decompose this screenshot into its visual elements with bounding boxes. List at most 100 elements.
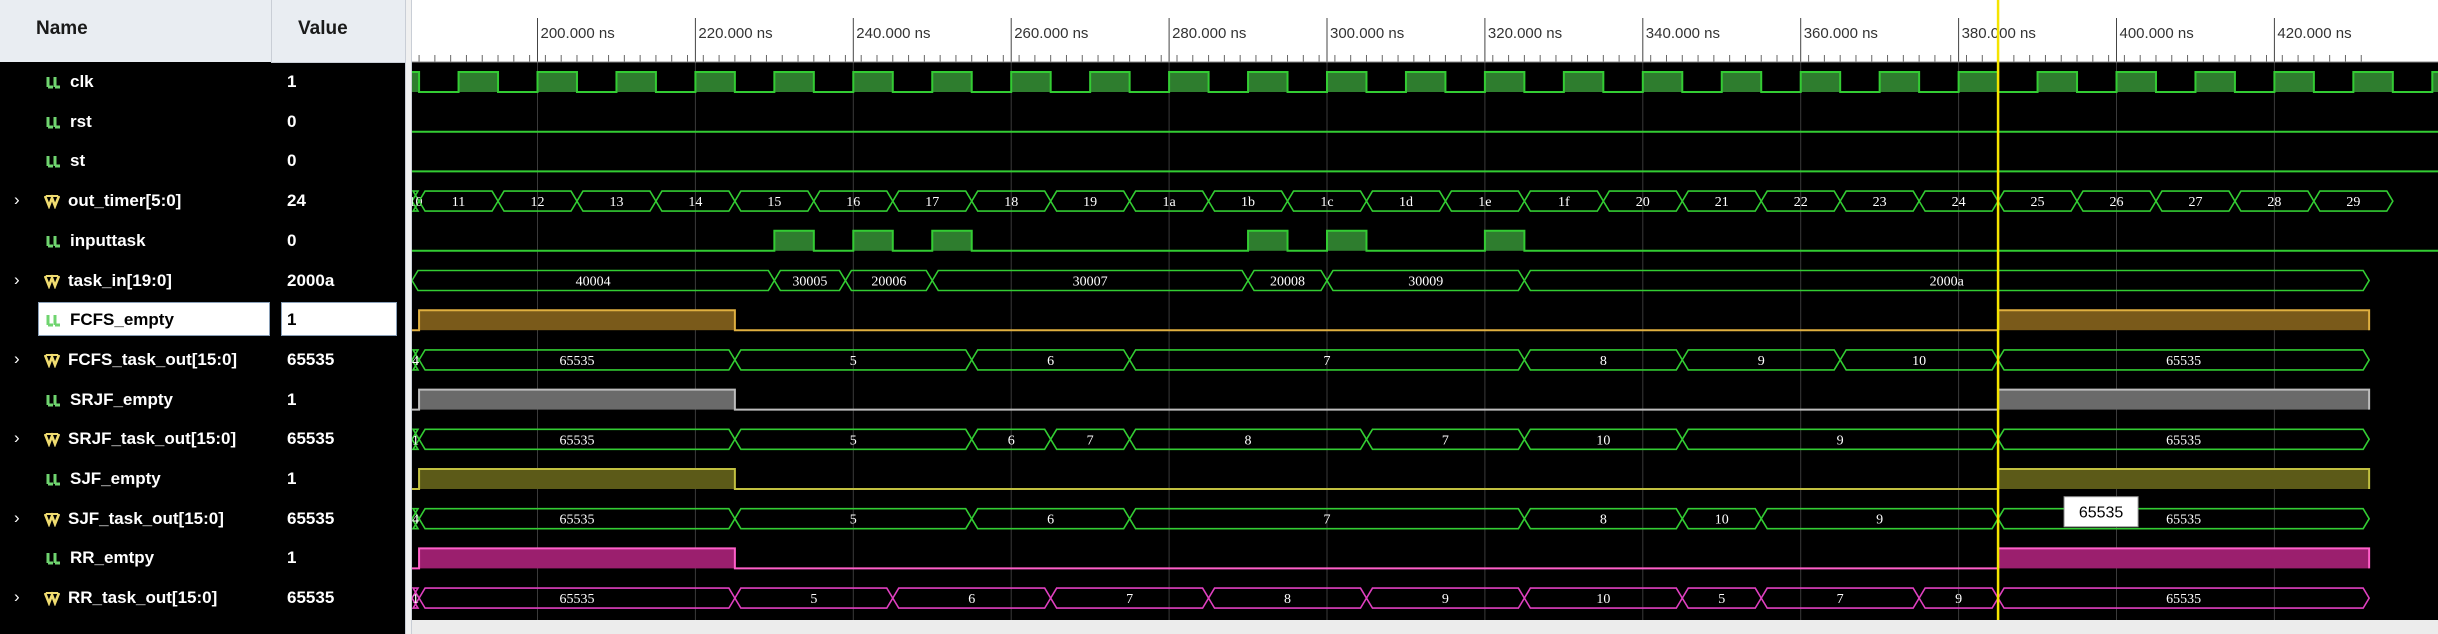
bus-value-label: 9 bbox=[1837, 433, 1844, 448]
signal-row[interactable]: › RR_task_out[15:0] 65535 bbox=[0, 578, 405, 618]
clk-high-pulse bbox=[616, 72, 656, 92]
signal-row[interactable]: RR_emtpy 1 bbox=[0, 538, 405, 578]
bus-value-label: 9 bbox=[1876, 513, 1883, 528]
bus-value-label: 26 bbox=[2110, 195, 2124, 210]
bus-value-label: 65535 bbox=[2166, 433, 2201, 448]
signal-row[interactable]: › SRJF_task_out[15:0] 65535 bbox=[0, 419, 405, 459]
clk-high-pulse bbox=[932, 72, 972, 92]
bus-signal-icon bbox=[43, 352, 61, 369]
bus-value-label: 40004 bbox=[576, 275, 611, 290]
bus-value-label: 20 bbox=[1636, 195, 1650, 210]
bus-value-label: 7 bbox=[1126, 592, 1133, 607]
signal-row[interactable]: › task_in[19:0] 2000a bbox=[0, 261, 405, 301]
signal-value: 1 bbox=[287, 389, 297, 409]
bus-value-label: 30007 bbox=[1073, 275, 1108, 290]
signal-row[interactable]: FCFS_empty 1 bbox=[0, 300, 405, 340]
bus-value-label: 10 bbox=[1912, 354, 1926, 369]
signal-row[interactable]: › SJF_task_out[15:0] 65535 bbox=[0, 499, 405, 539]
signal-row[interactable]: inputtask 0 bbox=[0, 221, 405, 261]
bus-value-label: 1d bbox=[1399, 195, 1413, 210]
signal-name: out_timer[5:0] bbox=[68, 191, 182, 211]
bus-value-label: 20008 bbox=[1270, 275, 1305, 290]
value-column-header[interactable]: Value bbox=[298, 18, 348, 40]
bus-value-label: 16 bbox=[846, 195, 860, 210]
signal-row[interactable]: st 0 bbox=[0, 141, 405, 181]
bit-signal-icon bbox=[46, 392, 62, 408]
tick-label: 400.000 ns bbox=[2120, 25, 2194, 42]
signal-value: 0 bbox=[287, 111, 297, 131]
clk-high-pulse bbox=[1642, 72, 1683, 92]
bus-value-label: 24 bbox=[1952, 195, 1966, 210]
waveform-canvas[interactable]: 200.000 ns 220.000 ns 240.000 ns 260.000 ns… bbox=[412, 0, 2438, 620]
bus-value-label: 65535 bbox=[2166, 592, 2201, 607]
clk-high-pulse bbox=[1563, 72, 1604, 92]
bus-value-label: 8 bbox=[1284, 592, 1291, 607]
inputtask-pulse bbox=[1327, 230, 1367, 251]
tick-label: 240.000 ns bbox=[856, 25, 930, 42]
expand-chevron-icon[interactable]: › bbox=[14, 587, 20, 607]
bus-value-label: 12 bbox=[531, 195, 545, 210]
tick-label: 360.000 ns bbox=[1804, 25, 1878, 42]
bus-value-label: 6 bbox=[968, 592, 975, 607]
signal-row[interactable]: clk 1 bbox=[0, 62, 405, 102]
signal-row[interactable]: › FCFS_task_out[15:0] 65535 bbox=[0, 340, 405, 380]
bus-value-label: 5 bbox=[810, 592, 817, 607]
bus-value-label: 8 bbox=[1600, 513, 1607, 528]
signal-name: inputtask bbox=[70, 230, 146, 250]
expand-chevron-icon[interactable]: › bbox=[14, 270, 20, 290]
bus-value-label: 14 bbox=[688, 195, 702, 210]
panel-splitter[interactable] bbox=[405, 0, 412, 634]
signal-value: 0 bbox=[287, 230, 297, 250]
tick-label: 260.000 ns bbox=[1014, 25, 1088, 42]
expand-chevron-icon[interactable]: › bbox=[14, 349, 20, 369]
clk-high-pulse bbox=[1484, 72, 1525, 92]
clk-high-pulse bbox=[1958, 72, 1999, 92]
signal-value: 1 bbox=[287, 72, 297, 91]
sjf-empty-high bbox=[1998, 469, 2370, 489]
bus-value-label: 30005 bbox=[792, 275, 827, 290]
signal-name: rst bbox=[70, 111, 92, 131]
bus-value-label: 1b bbox=[1241, 195, 1255, 210]
signal-row[interactable]: SJF_empty 1 bbox=[0, 459, 405, 499]
bus-value-label: 65535 bbox=[559, 592, 594, 607]
bus-value-label: 1c bbox=[1320, 195, 1333, 210]
inputtask-pulse bbox=[932, 230, 972, 251]
bus-value-label: 19 bbox=[1083, 195, 1097, 210]
clk-high-pulse bbox=[1248, 72, 1288, 92]
bus-value-label: 23 bbox=[1873, 195, 1887, 210]
bus-value-label: 13 bbox=[609, 195, 623, 210]
fcfs-empty-high bbox=[419, 310, 735, 331]
tick-label: 300.000 ns bbox=[1330, 25, 1404, 42]
bus-signal-icon bbox=[43, 431, 61, 448]
bit-signal-icon bbox=[46, 114, 62, 130]
signal-row[interactable]: SRJF_empty 1 bbox=[0, 380, 405, 420]
bus-value-label: 8 bbox=[1600, 354, 1607, 369]
bus-value-label: 20006 bbox=[871, 275, 906, 290]
bus-value-label: 30009 bbox=[1408, 275, 1443, 290]
expand-chevron-icon[interactable]: › bbox=[14, 190, 20, 210]
bit-signal-icon bbox=[46, 471, 62, 487]
bus-value-label: 27 bbox=[2188, 195, 2202, 210]
srjf-empty-high bbox=[1998, 389, 2370, 410]
bus-value-label: 22 bbox=[1794, 195, 1808, 210]
expand-chevron-icon[interactable]: › bbox=[14, 508, 20, 528]
bus-value-label: 65535 bbox=[2166, 354, 2201, 369]
signal-row[interactable]: rst 0 bbox=[0, 102, 405, 142]
horizontal-scrollbar[interactable] bbox=[412, 620, 2438, 634]
bus-value-label: 5 bbox=[1718, 592, 1725, 607]
expand-chevron-icon[interactable]: › bbox=[14, 428, 20, 448]
bus-value-label: 18 bbox=[1004, 195, 1018, 210]
inputtask-pulse bbox=[853, 230, 893, 251]
bus-value-label: 2000a bbox=[1930, 275, 1965, 290]
bus-value-label: 5 bbox=[850, 354, 857, 369]
clk-high-pulse bbox=[1800, 72, 1841, 92]
clk-high-pulse bbox=[1879, 72, 1920, 92]
bus-value-label: 7 bbox=[1442, 433, 1449, 448]
sjf-empty-high bbox=[419, 469, 735, 489]
tick-label: 340.000 ns bbox=[1646, 25, 1720, 42]
clk-high-pulse bbox=[1721, 72, 1762, 92]
bus-value-label: 6 bbox=[1047, 354, 1054, 369]
name-column-header[interactable]: Name bbox=[36, 18, 88, 40]
bus-value-label: 1 bbox=[412, 433, 419, 448]
signal-row[interactable]: › out_timer[5:0] 24 bbox=[0, 181, 405, 221]
